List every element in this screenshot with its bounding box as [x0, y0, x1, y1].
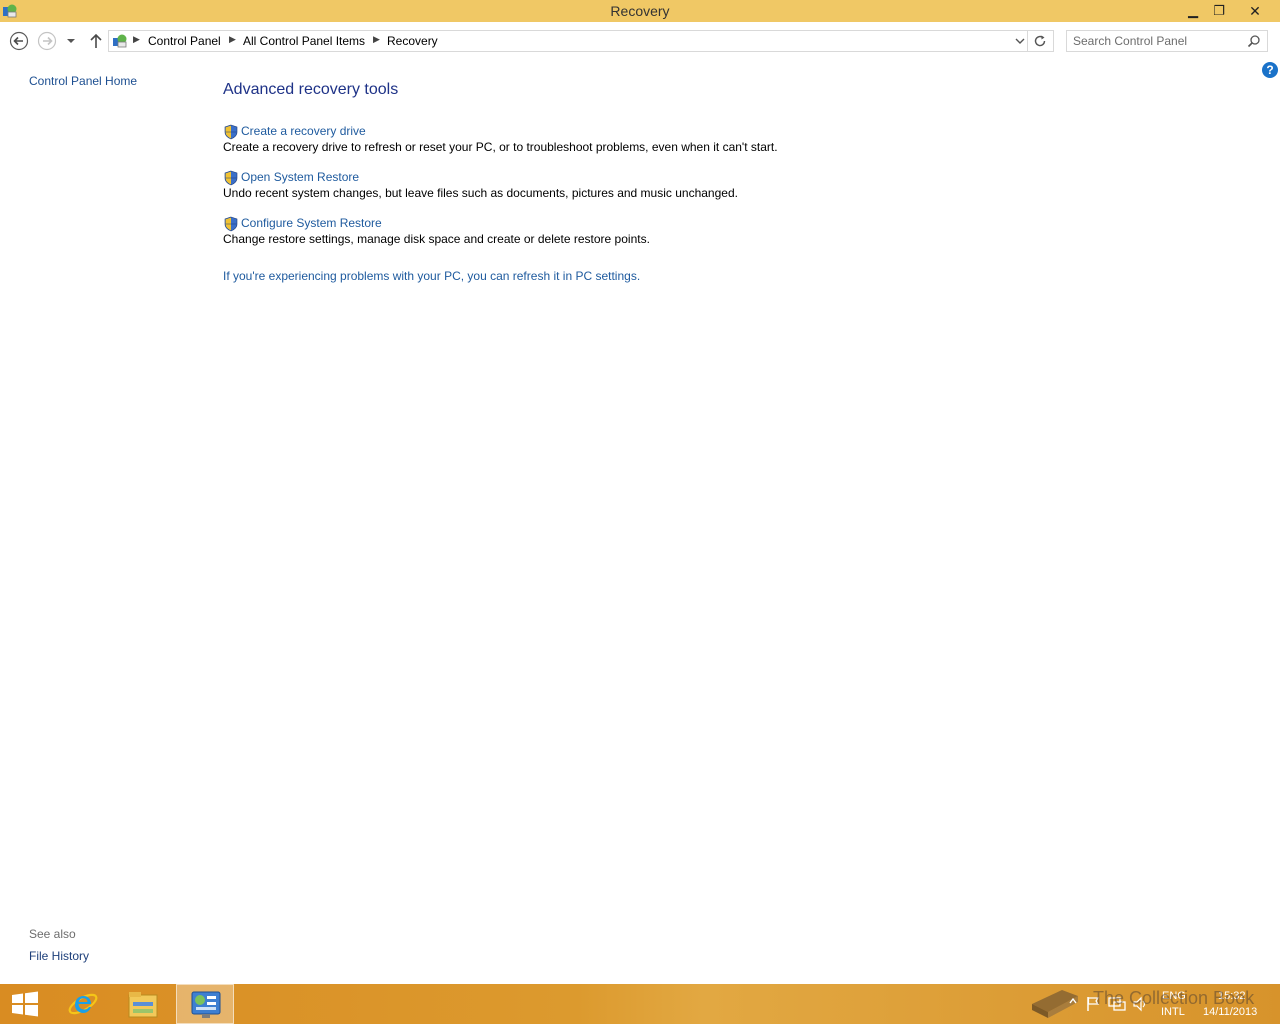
file-explorer-icon	[128, 992, 158, 1018]
search-box[interactable]	[1066, 30, 1268, 52]
internet-explorer-icon	[68, 993, 98, 1015]
watermark-text: The Collection Book	[1093, 988, 1255, 1008]
show-hidden-icons-chevron-icon[interactable]	[1068, 996, 1078, 1006]
refresh-icon	[1034, 35, 1046, 47]
breadcrumb-separator-icon[interactable]: ▶	[133, 34, 140, 45]
address-dropdown-chevron-icon[interactable]	[1013, 33, 1027, 49]
address-bar[interactable]: ▶ Control Panel ▶ All Control Panel Item…	[108, 30, 1028, 52]
taskbar: ENG INTL 15:32 14/11/2013 The Collection…	[0, 984, 1280, 1024]
uac-shield-icon	[224, 170, 238, 186]
start-button[interactable]	[0, 984, 58, 1024]
minimize-button[interactable]: ▁	[1180, 0, 1206, 22]
window-title: Recovery	[610, 3, 670, 19]
see-also-label: See also	[29, 927, 76, 941]
configure-system-restore-link[interactable]: Configure System Restore	[241, 216, 382, 230]
configure-system-restore-description: Change restore settings, manage disk spa…	[223, 232, 650, 246]
create-recovery-drive-link[interactable]: Create a recovery drive	[241, 124, 366, 138]
navigation-bar: ▶ Control Panel ▶ All Control Panel Item…	[0, 22, 1280, 60]
search-input[interactable]	[1073, 33, 1243, 49]
uac-shield-icon	[224, 124, 238, 140]
control-panel-icon	[113, 34, 127, 48]
open-system-restore-description: Undo recent system changes, but leave fi…	[223, 186, 738, 200]
search-icon[interactable]	[1247, 34, 1261, 48]
maximize-button[interactable]: ❐	[1206, 0, 1232, 22]
create-recovery-drive-description: Create a recovery drive to refresh or re…	[223, 140, 778, 154]
uac-shield-icon	[224, 216, 238, 232]
breadcrumb-recovery[interactable]: Recovery	[387, 34, 438, 48]
taskbar-control-panel[interactable]	[176, 984, 234, 1024]
close-button[interactable]: ✕	[1232, 0, 1278, 22]
page-title: Advanced recovery tools	[223, 81, 399, 98]
breadcrumb-all-items[interactable]: All Control Panel Items	[243, 34, 365, 48]
title-bar: Recovery ▁ ❐ ✕	[0, 0, 1280, 22]
taskbar-file-explorer[interactable]	[114, 984, 172, 1024]
refresh-pc-settings-link[interactable]: If you're experiencing problems with you…	[223, 269, 640, 283]
control-panel-home-link[interactable]: Control Panel Home	[29, 74, 137, 88]
recent-locations-chevron-icon[interactable]	[64, 31, 78, 51]
up-arrow-icon[interactable]	[86, 31, 106, 51]
file-history-link[interactable]: File History	[29, 949, 89, 963]
forward-button[interactable]	[37, 31, 57, 51]
breadcrumb-control-panel[interactable]: Control Panel	[148, 34, 221, 48]
refresh-button[interactable]	[1028, 30, 1054, 52]
open-system-restore-link[interactable]: Open System Restore	[241, 170, 359, 184]
back-button[interactable]	[9, 31, 29, 51]
taskbar-internet-explorer[interactable]	[54, 984, 112, 1024]
help-icon[interactable]: ?	[1262, 62, 1278, 78]
windows-logo-icon	[12, 991, 38, 1017]
breadcrumb-separator-icon[interactable]: ▶	[229, 34, 236, 45]
breadcrumb-separator-icon[interactable]: ▶	[373, 34, 380, 45]
control-panel-icon	[191, 991, 221, 1018]
